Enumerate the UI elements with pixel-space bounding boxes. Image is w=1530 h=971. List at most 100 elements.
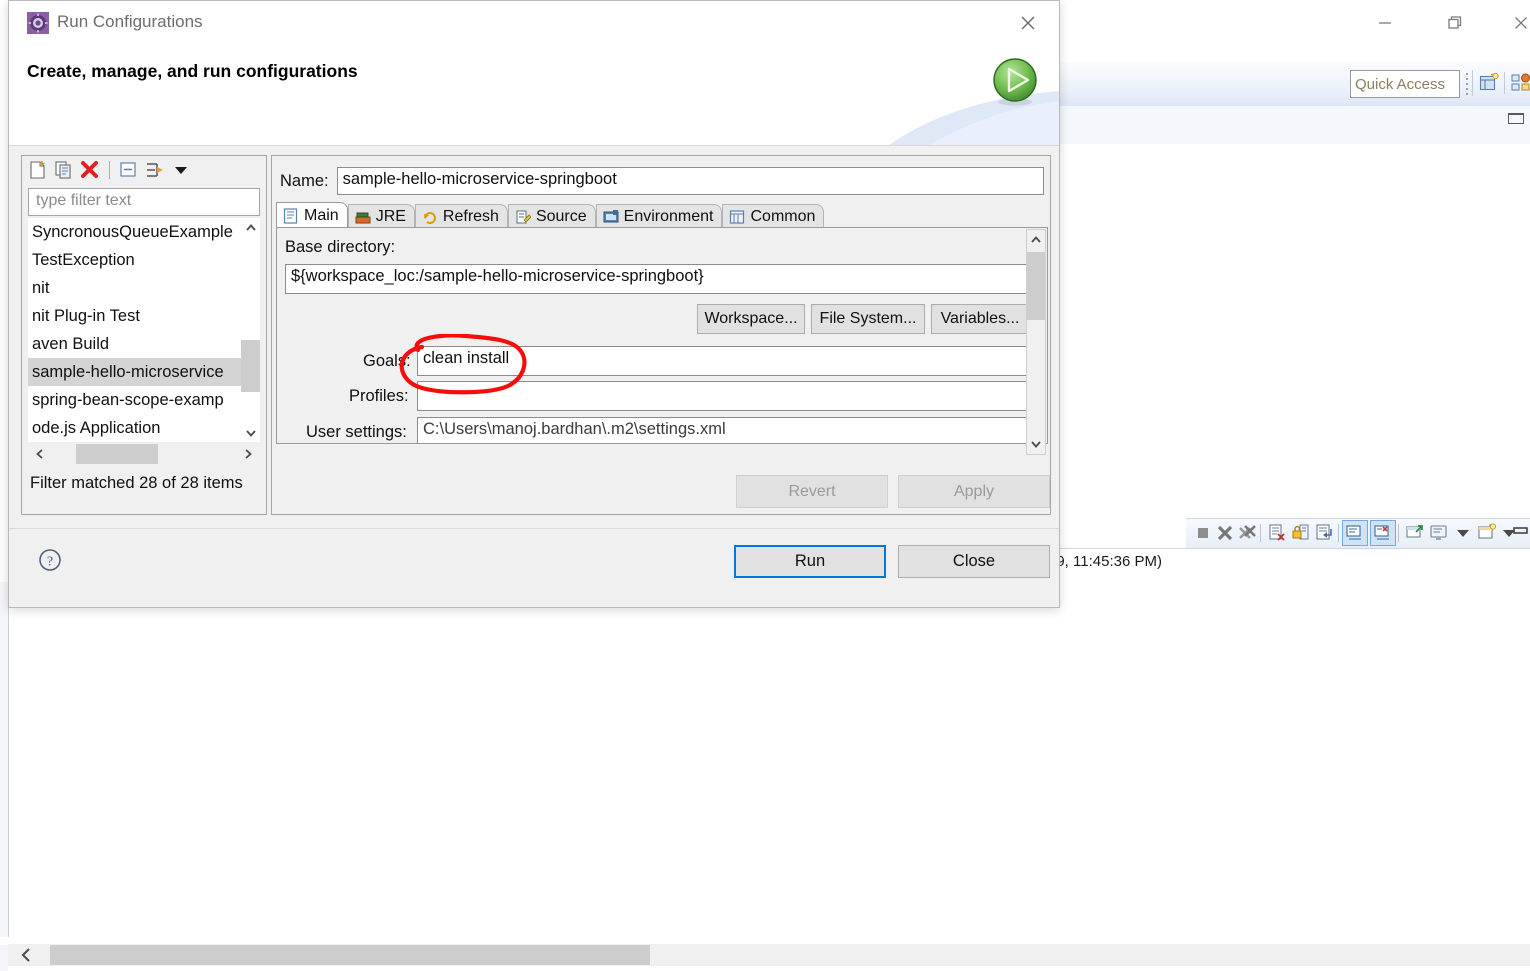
- open-perspective-icon[interactable]: [1478, 72, 1500, 94]
- config-scroll-up-icon[interactable]: [1027, 230, 1045, 250]
- tree-scroll-left-icon[interactable]: [28, 442, 52, 466]
- revert-button: Revert: [736, 475, 888, 508]
- minimize-editor-area-icon[interactable]: [1508, 113, 1524, 124]
- close-button[interactable]: Close: [898, 545, 1050, 578]
- filter-status-text: Filter matched 28 of 28 items: [30, 474, 243, 493]
- display-selected-console-icon[interactable]: [1428, 522, 1450, 544]
- main-tab-content: Base directory: ${workspace_loc:/sample-…: [276, 228, 1048, 444]
- java-ee-perspective-icon[interactable]: [1510, 72, 1530, 94]
- list-item[interactable]: spring-bean-scope-examp: [28, 386, 260, 414]
- tree-vertical-scrollbar[interactable]: [241, 218, 260, 442]
- terminate-icon[interactable]: [1192, 522, 1214, 544]
- goals-input[interactable]: clean install: [417, 346, 1029, 376]
- filter-input[interactable]: type filter text: [28, 188, 260, 216]
- tree-toolbar: [22, 156, 271, 184]
- window-restore-button[interactable]: [1426, 0, 1484, 46]
- apply-button: Apply: [898, 475, 1050, 508]
- tree-hscroll-thumb[interactable]: [76, 444, 158, 464]
- workspace-button[interactable]: Workspace...: [697, 304, 805, 334]
- configuration-editor-panel: Name: sample-hello-microservice-springbo…: [271, 155, 1051, 515]
- base-directory-input[interactable]: ${workspace_loc:/sample-hello-microservi…: [285, 264, 1029, 294]
- tree-vscroll-thumb[interactable]: [241, 340, 260, 392]
- window-minimize-button[interactable]: [1356, 0, 1414, 46]
- new-configuration-icon[interactable]: [27, 159, 49, 181]
- delete-configuration-icon[interactable]: [79, 159, 101, 181]
- list-item[interactable]: ode.js Application: [28, 414, 260, 442]
- console-output-area[interactable]: [INFO] --- maven-jar-plugin:3.0.2:jar (d…: [0, 582, 1530, 937]
- console-left-border: [8, 582, 9, 937]
- remove-all-terminated-icon[interactable]: [1236, 522, 1258, 544]
- duplicate-configuration-icon[interactable]: [53, 159, 75, 181]
- list-item[interactable]: nit: [28, 274, 260, 302]
- profiles-input[interactable]: [417, 381, 1029, 411]
- dialog-footer-rule: [9, 528, 1059, 529]
- launch-configuration-list[interactable]: SyncronousQueueExampleTestExceptionnitni…: [28, 218, 260, 442]
- list-item[interactable]: sample-hello-microservice: [28, 358, 260, 386]
- user-settings-input[interactable]: C:\Users\manoj.bardhan\.m2\settings.xml: [417, 417, 1029, 444]
- tab-label: JRE: [376, 208, 406, 226]
- window-close-button[interactable]: [1492, 0, 1530, 46]
- dialog-close-icon[interactable]: [1001, 1, 1055, 45]
- run-green-play-icon: [989, 55, 1041, 107]
- remove-launch-icon[interactable]: [1214, 522, 1236, 544]
- dialog-heading: Create, manage, and run configurations: [27, 61, 358, 82]
- list-item[interactable]: SyncronousQueueExample: [28, 218, 260, 246]
- tab-main[interactable]: Main: [276, 202, 348, 228]
- pin-console-icon[interactable]: [1404, 522, 1426, 544]
- scroll-left-arrow-icon[interactable]: [16, 944, 38, 966]
- clear-console-icon[interactable]: [1266, 522, 1288, 544]
- scroll-lock-icon[interactable]: [1290, 522, 1312, 544]
- console-header-rule: [1048, 548, 1530, 549]
- tree-horizontal-scrollbar[interactable]: [28, 442, 260, 466]
- tree-scroll-down-icon[interactable]: [241, 423, 260, 442]
- file-system-button[interactable]: File System...: [811, 304, 925, 334]
- show-console-on-error-icon[interactable]: [1370, 520, 1396, 546]
- tab-label: Main: [304, 207, 339, 225]
- config-vscroll-thumb[interactable]: [1027, 252, 1045, 320]
- perspective-separator: [1504, 72, 1505, 94]
- list-item[interactable]: TestException: [28, 246, 260, 274]
- tab-label: Common: [750, 208, 815, 226]
- collapse-all-icon[interactable]: [118, 159, 140, 181]
- environment-tab-icon: [603, 209, 619, 225]
- dialog-header-rule: [9, 145, 1059, 146]
- help-question-icon[interactable]: ?: [37, 547, 63, 573]
- tab-environment[interactable]: Environment: [596, 204, 723, 228]
- tree-scroll-up-icon[interactable]: [241, 218, 260, 237]
- tree-scroll-right-icon[interactable]: [236, 442, 260, 466]
- list-item[interactable]: nit Plug-in Test: [28, 302, 260, 330]
- console-horizontal-scrollbar[interactable]: [8, 944, 1530, 966]
- tab-source[interactable]: Source: [508, 204, 596, 228]
- filter-icon[interactable]: [144, 159, 166, 181]
- tab-common[interactable]: Common: [722, 204, 824, 228]
- run-button[interactable]: Run: [734, 545, 886, 578]
- configuration-tabs: Main JRE Refresh Source Environment Common: [276, 202, 1048, 228]
- show-console-on-output-icon[interactable]: [1342, 520, 1368, 546]
- tab-jre[interactable]: JRE: [348, 204, 415, 228]
- list-item[interactable]: aven Build: [28, 330, 260, 358]
- display-selected-console-chevron-icon[interactable]: [1452, 522, 1474, 544]
- goals-label: Goals:: [363, 352, 411, 371]
- open-console-icon[interactable]: [1476, 522, 1498, 544]
- tab-refresh[interactable]: Refresh: [415, 204, 508, 228]
- editor-tab-strip: [1055, 106, 1530, 145]
- variables-button[interactable]: Variables...: [931, 304, 1029, 334]
- base-directory-label: Base directory:: [285, 238, 395, 257]
- revert-apply-row: Revert Apply: [271, 471, 1051, 513]
- view-menu-chevron-icon[interactable]: [170, 159, 192, 181]
- configuration-vertical-scrollbar[interactable]: [1026, 229, 1046, 455]
- minimize-view-icon[interactable]: [1512, 524, 1530, 546]
- toolbar-drag-handle-icon[interactable]: [1464, 72, 1470, 96]
- config-scroll-down-icon[interactable]: [1027, 434, 1045, 454]
- name-row: Name: sample-hello-microservice-springbo…: [280, 166, 1044, 196]
- quick-access-input[interactable]: Quick Access: [1350, 70, 1460, 98]
- word-wrap-icon[interactable]: [1314, 522, 1336, 544]
- toolbar-separator: [1472, 70, 1473, 96]
- console-hscroll-thumb[interactable]: [50, 945, 650, 965]
- name-label: Name:: [280, 172, 329, 191]
- jre-tab-icon: [355, 209, 371, 225]
- editor-area: [1056, 144, 1530, 516]
- name-input[interactable]: sample-hello-microservice-springboot: [337, 167, 1044, 195]
- tab-label: Source: [536, 208, 587, 226]
- dialog-title: Run Configurations: [57, 12, 203, 32]
